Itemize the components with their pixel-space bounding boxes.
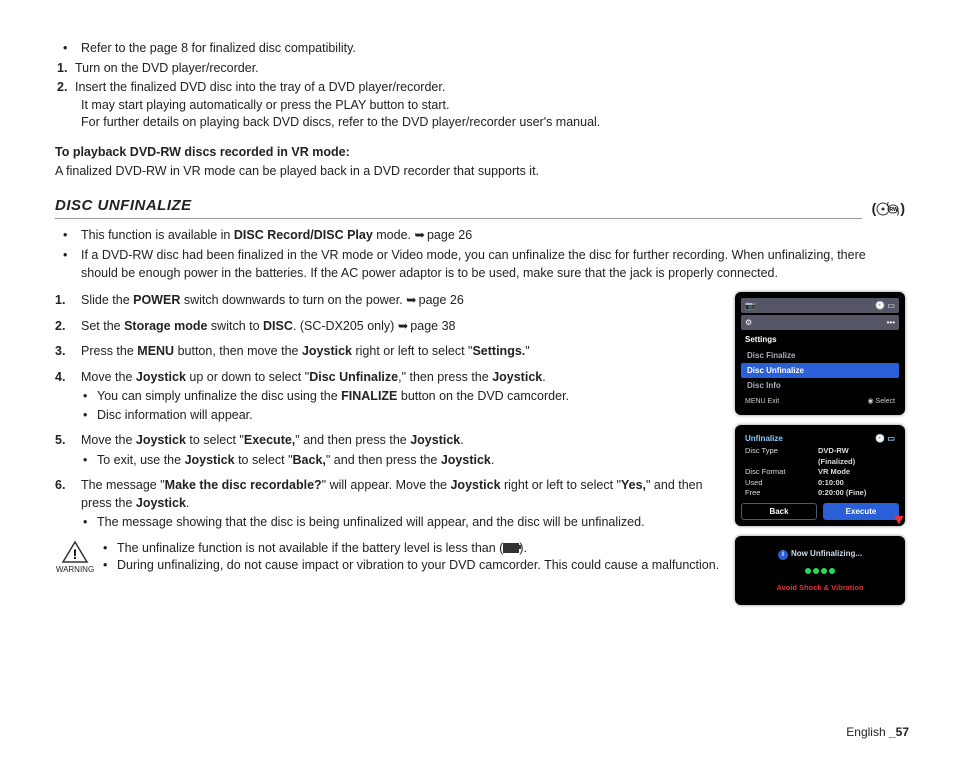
body-content: Refer to the page 8 for finalized disc c… — [55, 40, 905, 605]
gear-icon: ⚙ — [745, 317, 752, 328]
execute-button: Execute — [823, 503, 899, 520]
step-4: Move the Joystick up or down to select "… — [55, 369, 725, 425]
warn-2: During unfinalizing, do not cause impact… — [103, 557, 725, 575]
steps-list: Slide the POWER switch downwards to turn… — [55, 292, 725, 532]
step-6: The message "Make the disc recordable?" … — [55, 477, 725, 532]
section-title: DISC UNFINALIZE — [55, 195, 862, 219]
top-list: Refer to the page 8 for finalized disc c… — [55, 40, 905, 132]
progress-msg: iNow Unfinalizing... — [741, 548, 899, 560]
vr-head: To playback DVD-RW discs recorded in VR … — [55, 144, 905, 162]
camera-icon: 📷 — [745, 300, 755, 311]
disc-info-table: Disc TypeDVD-RW (Finalized) Disc FormatV… — [741, 446, 899, 499]
back-button: Back — [741, 503, 817, 520]
top-step-2: 2.Insert the finalized DVD disc into the… — [55, 79, 905, 132]
top-step-1: 1.Turn on the DVD player/recorder. — [55, 60, 905, 78]
top-bullet: Refer to the page 8 for finalized disc c… — [55, 40, 905, 58]
status-icons: 🕙 ▭ — [875, 300, 895, 311]
step-4-sub1: You can simply unfinalize the disc using… — [81, 388, 725, 406]
battery-icon — [503, 543, 519, 553]
warning-icon: ! WARNING — [55, 540, 95, 575]
screen-unfinalize: Unfinalize🕙 ▭ Disc TypeDVD-RW (Finalized… — [735, 425, 905, 526]
svg-text:): ) — [897, 210, 899, 216]
section-title-row: DISC UNFINALIZE ((RW)) — [55, 195, 905, 219]
intro-b1: This function is available in DISC Recor… — [55, 227, 905, 245]
intro-b2: If a DVD-RW disc had been finalized in t… — [55, 247, 905, 282]
step-6-sub1: The message showing that the disc is bei… — [81, 514, 725, 532]
step-3: Press the MENU button, then move the Joy… — [55, 343, 725, 361]
dots-icon: ••• — [887, 317, 895, 328]
menu-finalize: Disc Finalize — [741, 348, 899, 363]
progress-dots — [741, 566, 899, 577]
step-2: Set the Storage mode switch to DISC. (SC… — [55, 318, 725, 336]
rw-disc-icon: ((RW)) — [872, 199, 905, 219]
step-4-sub2: Disc information will appear. — [81, 407, 725, 425]
info-icon: i — [778, 550, 788, 560]
menu-unfinalize: Disc Unfinalize — [741, 363, 899, 378]
warn-1: The unfinalize function is not available… — [103, 540, 725, 558]
progress-warn: Avoid Shock & Vibration — [741, 583, 899, 594]
menu-discinfo: Disc Info — [741, 378, 899, 393]
vr-text: A finalized DVD-RW in VR mode can be pla… — [55, 163, 905, 181]
step-5: Move the Joystick to select "Execute," a… — [55, 432, 725, 469]
step-1: Slide the POWER switch downwards to turn… — [55, 292, 725, 310]
page-footer: English _57 — [846, 724, 909, 741]
manual-page: Refer to the page 8 for finalized disc c… — [0, 0, 954, 766]
status-icons: 🕙 ▭ — [875, 433, 895, 444]
screens-col: 📷 🕙 ▭ ⚙ ••• Settings Disc Finalize Disc Un… — [735, 292, 905, 605]
step-5-sub1: To exit, use the Joystick to select "Bac… — [81, 452, 725, 470]
screen-settings: 📷 🕙 ▭ ⚙ ••• Settings Disc Finalize Disc Un… — [735, 292, 905, 415]
warning-row: ! WARNING The unfinalize function is not… — [55, 540, 725, 575]
svg-text:!: ! — [73, 546, 78, 562]
intro-bullets: This function is available in DISC Recor… — [55, 227, 905, 283]
menu-header: Settings — [741, 332, 899, 347]
screen-progress: iNow Unfinalizing... Avoid Shock & Vibra… — [735, 536, 905, 606]
